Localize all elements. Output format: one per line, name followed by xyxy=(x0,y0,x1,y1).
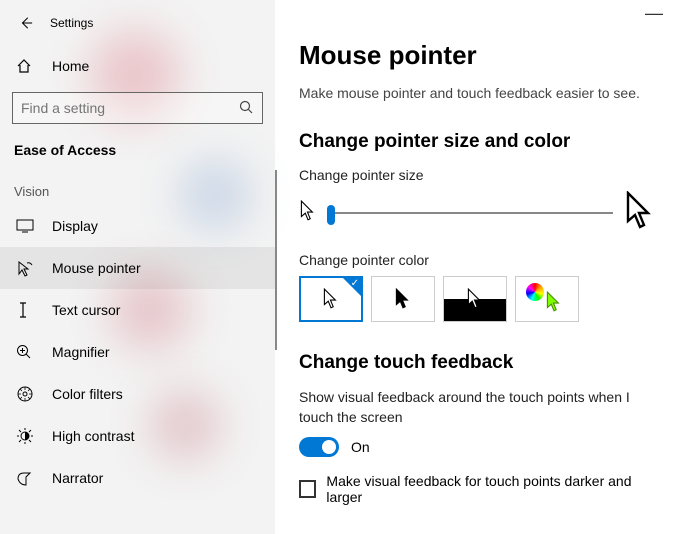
color-option-custom[interactable] xyxy=(515,276,579,322)
nav-label: Narrator xyxy=(52,470,103,486)
checkbox-label: Make visual feedback for touch points da… xyxy=(326,473,657,505)
pointer-size-slider[interactable] xyxy=(327,212,613,214)
color-wheel-icon xyxy=(526,283,544,301)
touch-feedback-description: Show visual feedback around the touch po… xyxy=(299,388,657,427)
nav-label: Text cursor xyxy=(52,302,120,318)
color-option-inverted[interactable] xyxy=(443,276,507,322)
nav-label: Color filters xyxy=(52,386,123,402)
group-vision: Vision xyxy=(0,166,275,205)
minimize-button[interactable]: — xyxy=(645,8,663,18)
section-header: Ease of Access xyxy=(0,134,275,166)
nav-label: Magnifier xyxy=(52,344,110,360)
darker-larger-checkbox[interactable] xyxy=(299,480,316,498)
text-cursor-icon xyxy=(16,301,38,319)
nav-high-contrast[interactable]: High contrast xyxy=(0,415,275,457)
page-title: Mouse pointer xyxy=(299,40,657,71)
magnifier-icon xyxy=(16,344,38,360)
nav-home-label: Home xyxy=(52,58,89,74)
label-pointer-size: Change pointer size xyxy=(299,167,657,183)
back-button[interactable] xyxy=(12,9,40,37)
toggle-label: On xyxy=(351,439,370,455)
search-box[interactable] xyxy=(12,92,263,124)
search-input[interactable] xyxy=(21,100,238,116)
nav-mouse-pointer[interactable]: Mouse pointer xyxy=(0,247,275,289)
nav-display[interactable]: Display xyxy=(0,205,275,247)
display-icon xyxy=(16,219,38,233)
nav-label: High contrast xyxy=(52,428,134,444)
scroll-indicator xyxy=(275,170,277,350)
search-icon xyxy=(238,99,254,118)
nav-home[interactable]: Home xyxy=(0,46,275,86)
slider-thumb[interactable] xyxy=(327,205,335,225)
cursor-small-icon xyxy=(299,200,317,225)
nav-text-cursor[interactable]: Text cursor xyxy=(0,289,275,331)
narrator-icon xyxy=(16,469,38,487)
nav-narrator[interactable]: Narrator xyxy=(0,457,275,499)
content-pane: — Mouse pointer Make mouse pointer and t… xyxy=(275,0,677,534)
label-pointer-color: Change pointer color xyxy=(299,252,657,268)
section-size-color: Change pointer size and color xyxy=(299,131,657,153)
mouse-pointer-icon xyxy=(16,259,38,277)
touch-feedback-toggle[interactable] xyxy=(299,437,339,457)
nav-color-filters[interactable]: Color filters xyxy=(0,373,275,415)
nav-magnifier[interactable]: Magnifier xyxy=(0,331,275,373)
nav-label: Display xyxy=(52,218,98,234)
cursor-large-icon xyxy=(623,191,657,234)
sidebar: Settings Home Ease of Access Vision Disp… xyxy=(0,0,275,534)
home-icon xyxy=(16,58,38,74)
high-contrast-icon xyxy=(16,427,38,445)
section-touch-feedback: Change touch feedback xyxy=(299,352,657,374)
color-option-white[interactable]: ✓ xyxy=(299,276,363,322)
app-title: Settings xyxy=(50,16,93,30)
page-subtitle: Make mouse pointer and touch feedback ea… xyxy=(299,85,657,101)
color-filters-icon xyxy=(16,385,38,403)
color-option-black[interactable] xyxy=(371,276,435,322)
nav-label: Mouse pointer xyxy=(52,260,141,276)
